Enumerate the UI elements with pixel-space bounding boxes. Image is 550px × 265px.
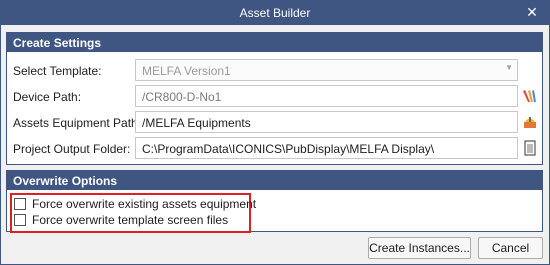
- chevron-down-icon: ▼: [505, 63, 513, 72]
- force-screens-label: Force overwrite template screen files: [32, 213, 229, 227]
- window-title: Asset Builder: [239, 6, 311, 20]
- device-path-field[interactable]: /CR800-D-No1: [135, 85, 518, 107]
- overwrite-options-header: Overwrite Options: [7, 171, 542, 190]
- asset-builder-dialog: Asset Builder ✕ Create Settings Select T…: [0, 0, 550, 265]
- device-path-label: Device Path:: [13, 90, 82, 104]
- select-template-dropdown[interactable]: MELFA Version1 ▼: [135, 59, 518, 81]
- tag-browse-icon[interactable]: [522, 87, 538, 105]
- create-instances-button[interactable]: Create Instances...: [368, 237, 471, 259]
- select-template-label: Select Template:: [13, 64, 102, 78]
- select-template-value: MELFA Version1: [142, 64, 231, 78]
- cancel-button[interactable]: Cancel: [478, 237, 543, 259]
- title-bar[interactable]: Asset Builder ✕: [1, 1, 549, 25]
- create-settings-header: Create Settings: [7, 33, 542, 52]
- folder-browse-icon[interactable]: [522, 139, 538, 157]
- assets-equipment-path-label: Assets Equipment Path:: [13, 116, 142, 130]
- project-output-folder-field[interactable]: C:\ProgramData\ICONICS\PubDisplay\MELFA …: [135, 137, 518, 159]
- force-screens-checkbox[interactable]: [14, 214, 26, 226]
- assets-equipment-path-field[interactable]: /MELFA Equipments: [135, 111, 518, 133]
- overwrite-options-group: Overwrite Options Force overwrite existi…: [6, 170, 543, 233]
- create-settings-group: Create Settings Select Template: MELFA V…: [6, 32, 543, 165]
- project-output-folder-label: Project Output Folder:: [13, 142, 131, 156]
- project-output-folder-value: C:\ProgramData\ICONICS\PubDisplay\MELFA …: [142, 142, 435, 156]
- device-path-value: /CR800-D-No1: [142, 90, 222, 104]
- force-assets-checkbox[interactable]: [14, 198, 26, 210]
- select-template-row: Select Template: MELFA Version1 ▼: [7, 59, 542, 83]
- force-assets-label: Force overwrite existing assets equipmen…: [32, 197, 257, 211]
- assets-equipment-path-row: Assets Equipment Path: /MELFA Equipments: [7, 111, 542, 135]
- project-output-folder-row: Project Output Folder: C:\ProgramData\IC…: [7, 137, 542, 161]
- assets-equipment-path-value: /MELFA Equipments: [142, 116, 251, 130]
- asset-browse-icon[interactable]: [522, 113, 538, 131]
- device-path-row: Device Path: /CR800-D-No1: [7, 85, 542, 109]
- close-icon[interactable]: ✕: [523, 3, 541, 21]
